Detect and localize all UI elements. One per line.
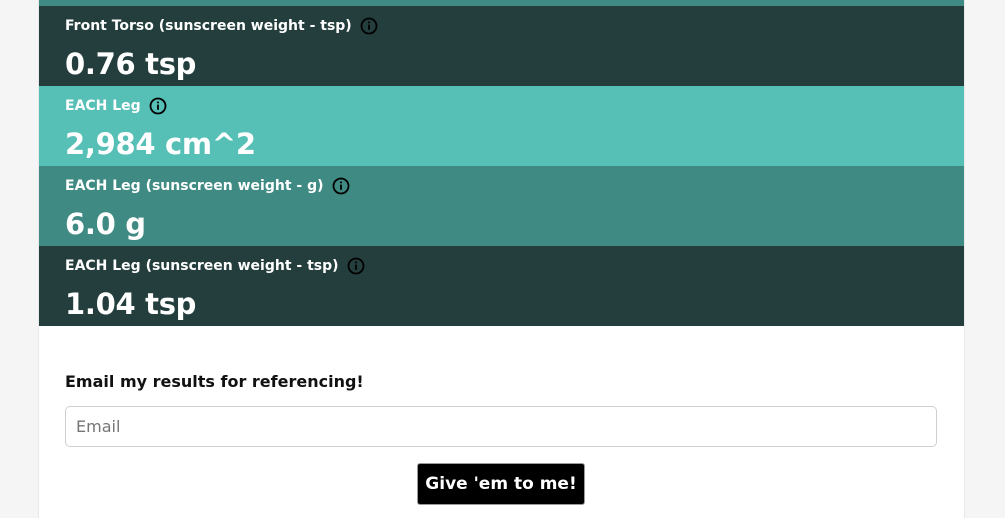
result-row-each-leg-area: EACH Leg 2,984 cm^2 — [39, 86, 964, 166]
submit-email-button[interactable]: Give 'em to me! — [417, 463, 585, 505]
result-label: EACH Leg (sunscreen weight - g) — [65, 178, 324, 194]
result-row-front-torso-tsp: Front Torso (sunscreen weight - tsp) 0.7… — [39, 6, 964, 86]
email-input[interactable] — [65, 406, 937, 447]
info-icon[interactable] — [360, 17, 378, 35]
result-label: Front Torso (sunscreen weight - tsp) — [65, 18, 352, 34]
info-icon[interactable] — [149, 97, 167, 115]
result-value: 0.76 tsp — [65, 47, 197, 81]
page: Front Torso (sunscreen weight - tsp) 0.7… — [0, 0, 1005, 518]
result-row-each-leg-tsp: EACH Leg (sunscreen weight - tsp) 1.04 t… — [39, 246, 964, 326]
result-label: EACH Leg (sunscreen weight - tsp) — [65, 258, 339, 274]
email-heading: Email my results for referencing! — [65, 372, 364, 391]
results-card: Front Torso (sunscreen weight - tsp) 0.7… — [39, 0, 964, 518]
result-value: 2,984 cm^2 — [65, 127, 256, 161]
info-icon[interactable] — [347, 257, 365, 275]
info-icon[interactable] — [332, 177, 350, 195]
result-value: 1.04 tsp — [65, 287, 197, 321]
result-row-each-leg-g: EACH Leg (sunscreen weight - g) 6.0 g — [39, 166, 964, 246]
result-value: 6.0 g — [65, 207, 146, 241]
result-label: EACH Leg — [65, 98, 141, 114]
